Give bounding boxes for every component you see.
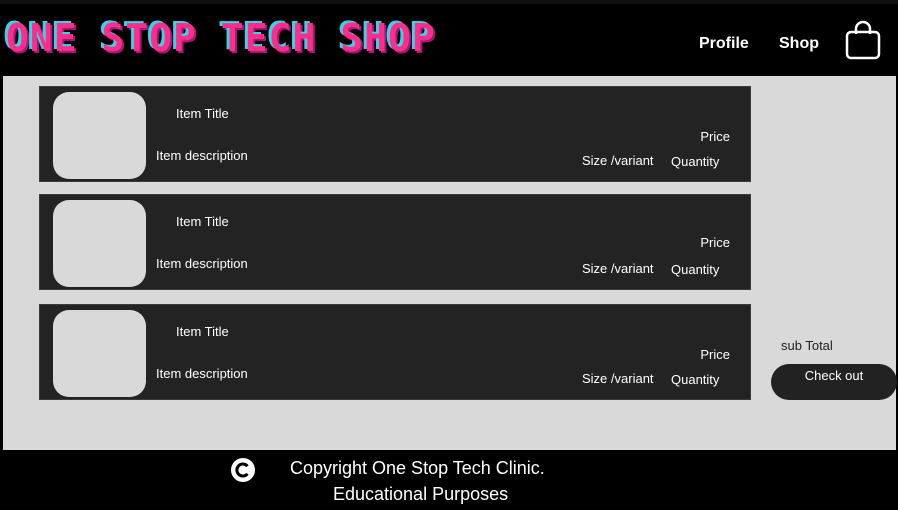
footer-purpose-text: Educational Purposes [333,484,509,504]
cart-item[interactable]: Item Title Item description Price Size /… [39,304,751,400]
item-title[interactable]: Item Title [176,106,229,121]
footer-copyright-text: Copyright One Stop Tech Clinic. [290,458,545,478]
shopping-bag-icon[interactable] [845,20,881,60]
item-price: Price [700,347,730,362]
item-thumbnail[interactable] [53,92,146,179]
item-price: Price [700,235,730,250]
site-logo[interactable]: ONE STOP TECH SHOP [6,16,436,60]
item-description: Item description [156,148,248,163]
item-price: Price [700,129,730,144]
item-thumbnail[interactable] [53,310,146,397]
cart-area: Item Title Item description Price Size /… [3,76,897,450]
item-thumbnail[interactable] [53,200,146,287]
item-quantity[interactable]: Quantity [671,372,719,387]
item-description: Item description [156,256,248,271]
site-header: ONE STOP TECH SHOP Profile Shop [0,0,898,76]
item-variant[interactable]: Size /variant [582,371,654,386]
checkout-button[interactable]: Check out [771,364,897,400]
item-variant[interactable]: Size /variant [582,153,654,168]
cart-item[interactable]: Item Title Item description Price Size /… [39,86,751,182]
header-topline [0,0,898,4]
item-title[interactable]: Item Title [176,214,229,229]
cart-item[interactable]: Item Title Item description Price Size /… [39,194,751,290]
item-quantity[interactable]: Quantity [671,262,719,277]
nav-shop-link[interactable]: Shop [779,35,819,53]
subtotal-label: sub Total [781,338,833,353]
site-footer: Copyright One Stop Tech Clinic. Educatio… [0,450,898,510]
nav-profile-link[interactable]: Profile [699,35,749,53]
item-variant[interactable]: Size /variant [582,261,654,276]
item-description: Item description [156,366,248,381]
copyright-icon [231,458,255,482]
item-quantity[interactable]: Quantity [671,154,719,169]
item-title[interactable]: Item Title [176,324,229,339]
